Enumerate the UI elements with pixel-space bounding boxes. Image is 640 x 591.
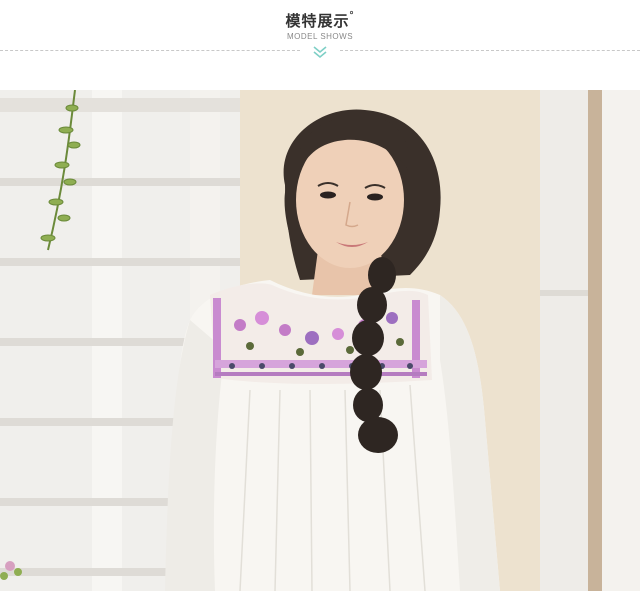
model-photo-illustration (0, 90, 640, 591)
double-chevron-down-icon (313, 46, 327, 59)
section-header: 模特展示° MODEL SHOWS (0, 0, 640, 90)
page: 模特展示° MODEL SHOWS (0, 0, 640, 591)
section-title-text: 模特展示 (285, 13, 350, 30)
divider-right (340, 50, 640, 51)
divider-left (0, 50, 300, 51)
section-title-mark: ° (349, 10, 355, 21)
model-photo (0, 90, 640, 591)
section-title: 模特展示° (0, 10, 640, 31)
section-subtitle: MODEL SHOWS (286, 32, 354, 41)
